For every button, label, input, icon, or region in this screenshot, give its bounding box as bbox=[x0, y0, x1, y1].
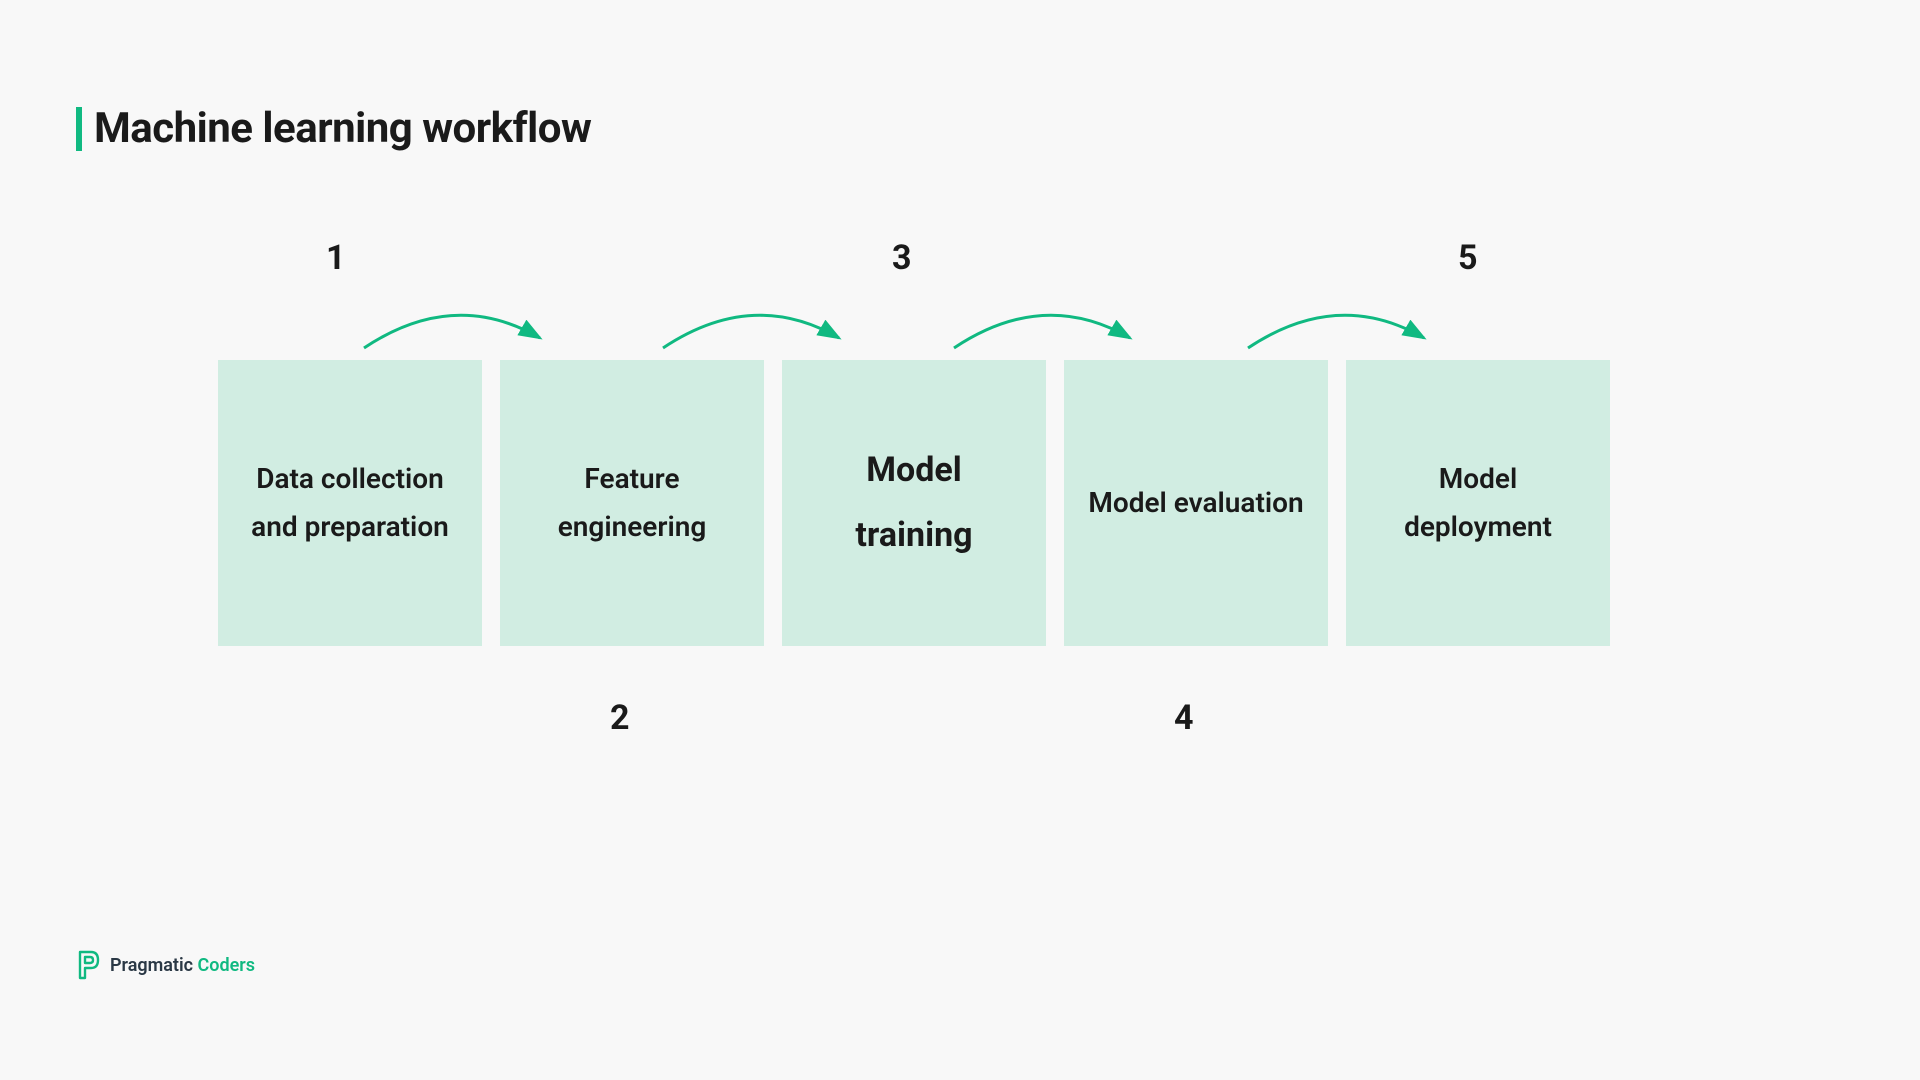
step-box-2: Feature engineering bbox=[500, 360, 764, 646]
arrow-icon bbox=[653, 298, 853, 358]
logo-word-1: Pragmatic bbox=[110, 955, 193, 976]
workflow-row: Data collection and preparation Feature … bbox=[218, 360, 1610, 646]
arrow-icon bbox=[1238, 298, 1438, 358]
step-label: Feature engineering bbox=[522, 455, 742, 550]
arrow-icon bbox=[944, 298, 1144, 358]
page-title: Machine learning workflow bbox=[94, 104, 591, 153]
step-number-1: 1 bbox=[326, 238, 346, 278]
brand-logo: Pragmatic Coders bbox=[76, 950, 255, 980]
step-number-4: 4 bbox=[1174, 698, 1194, 738]
step-number-5: 5 bbox=[1458, 238, 1478, 278]
step-box-5: Model deployment bbox=[1346, 360, 1610, 646]
step-box-3: Model training bbox=[782, 360, 1046, 646]
step-box-1: Data collection and preparation bbox=[218, 360, 482, 646]
step-label: Data collection and preparation bbox=[240, 455, 460, 550]
step-label: Model evaluation bbox=[1088, 479, 1303, 527]
page-title-wrap: Machine learning workflow bbox=[76, 104, 591, 153]
step-label: Model training bbox=[804, 438, 1024, 567]
step-number-3: 3 bbox=[892, 238, 912, 278]
step-box-4: Model evaluation bbox=[1064, 360, 1328, 646]
logo-text: Pragmatic Coders bbox=[110, 955, 255, 976]
logo-p-icon bbox=[76, 950, 100, 980]
logo-word-2: Coders bbox=[198, 955, 256, 976]
step-number-2: 2 bbox=[610, 698, 630, 738]
step-label: Model deployment bbox=[1368, 455, 1588, 550]
arrow-icon bbox=[354, 298, 554, 358]
title-accent-bar bbox=[76, 107, 82, 151]
